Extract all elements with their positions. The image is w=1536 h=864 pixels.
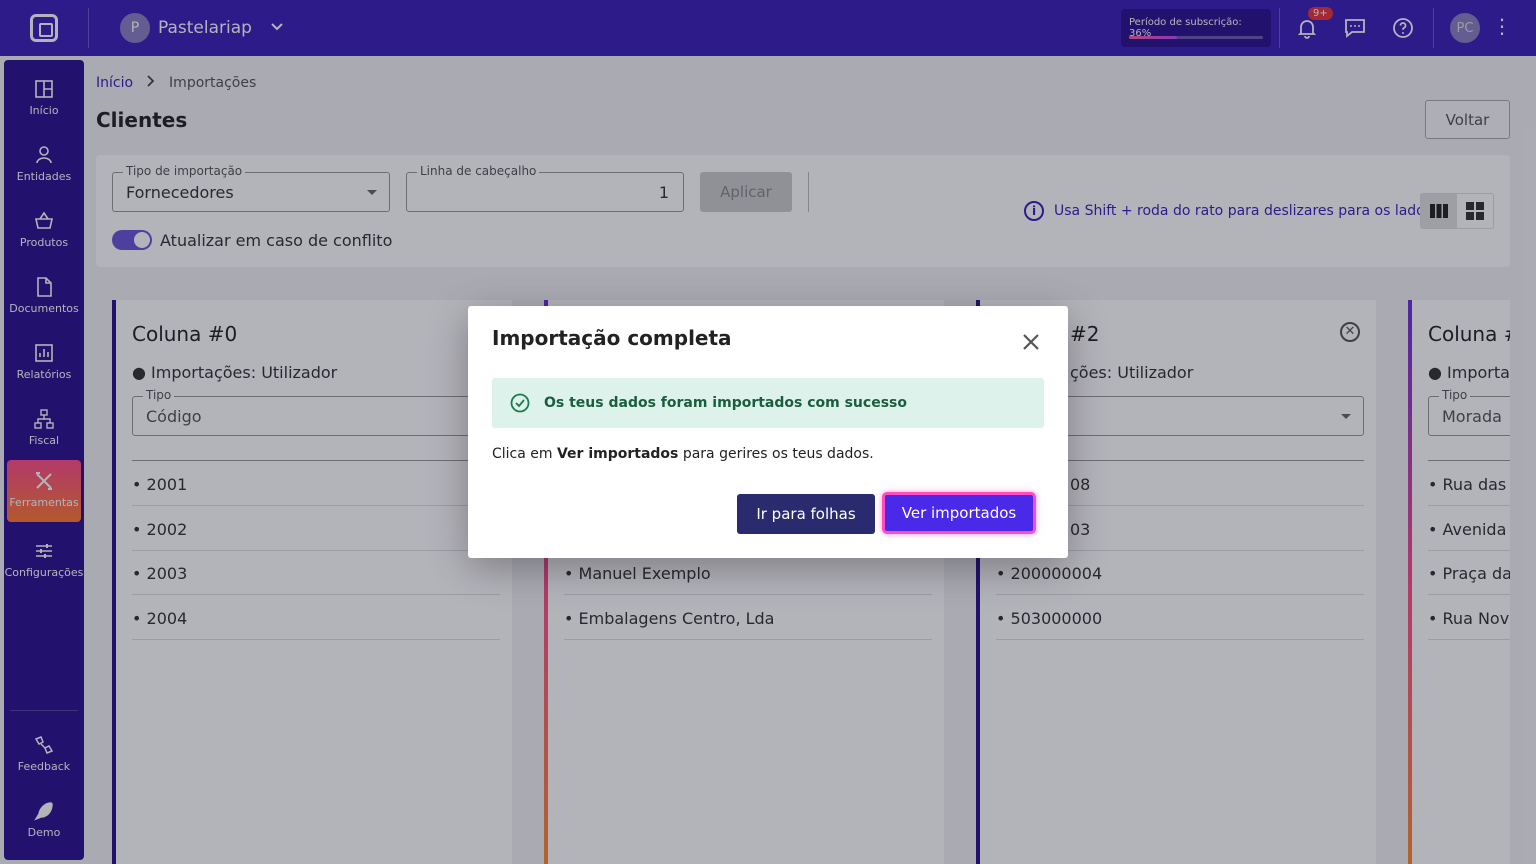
view-imported-button[interactable]: Ver importados xyxy=(882,492,1036,534)
close-icon[interactable] xyxy=(1020,331,1042,353)
dialog-title: Importação completa xyxy=(492,326,732,350)
dialog-message-suffix: para gerires os teus dados. xyxy=(678,446,874,462)
dialog-message-prefix: Clica em xyxy=(492,446,557,462)
dialog-message-emphasis: Ver importados xyxy=(556,446,679,462)
go-to-sheets-button[interactable]: Ir para folhas xyxy=(737,494,875,534)
dialog-message: Clica em Ver importados para gerires os … xyxy=(492,446,874,462)
import-complete-dialog: Importação completa Os teus dados foram … xyxy=(468,306,1068,558)
success-alert: Os teus dados foram importados com suces… xyxy=(492,378,1044,428)
success-message: Os teus dados foram importados com suces… xyxy=(544,395,907,411)
check-circle-icon xyxy=(510,393,530,413)
